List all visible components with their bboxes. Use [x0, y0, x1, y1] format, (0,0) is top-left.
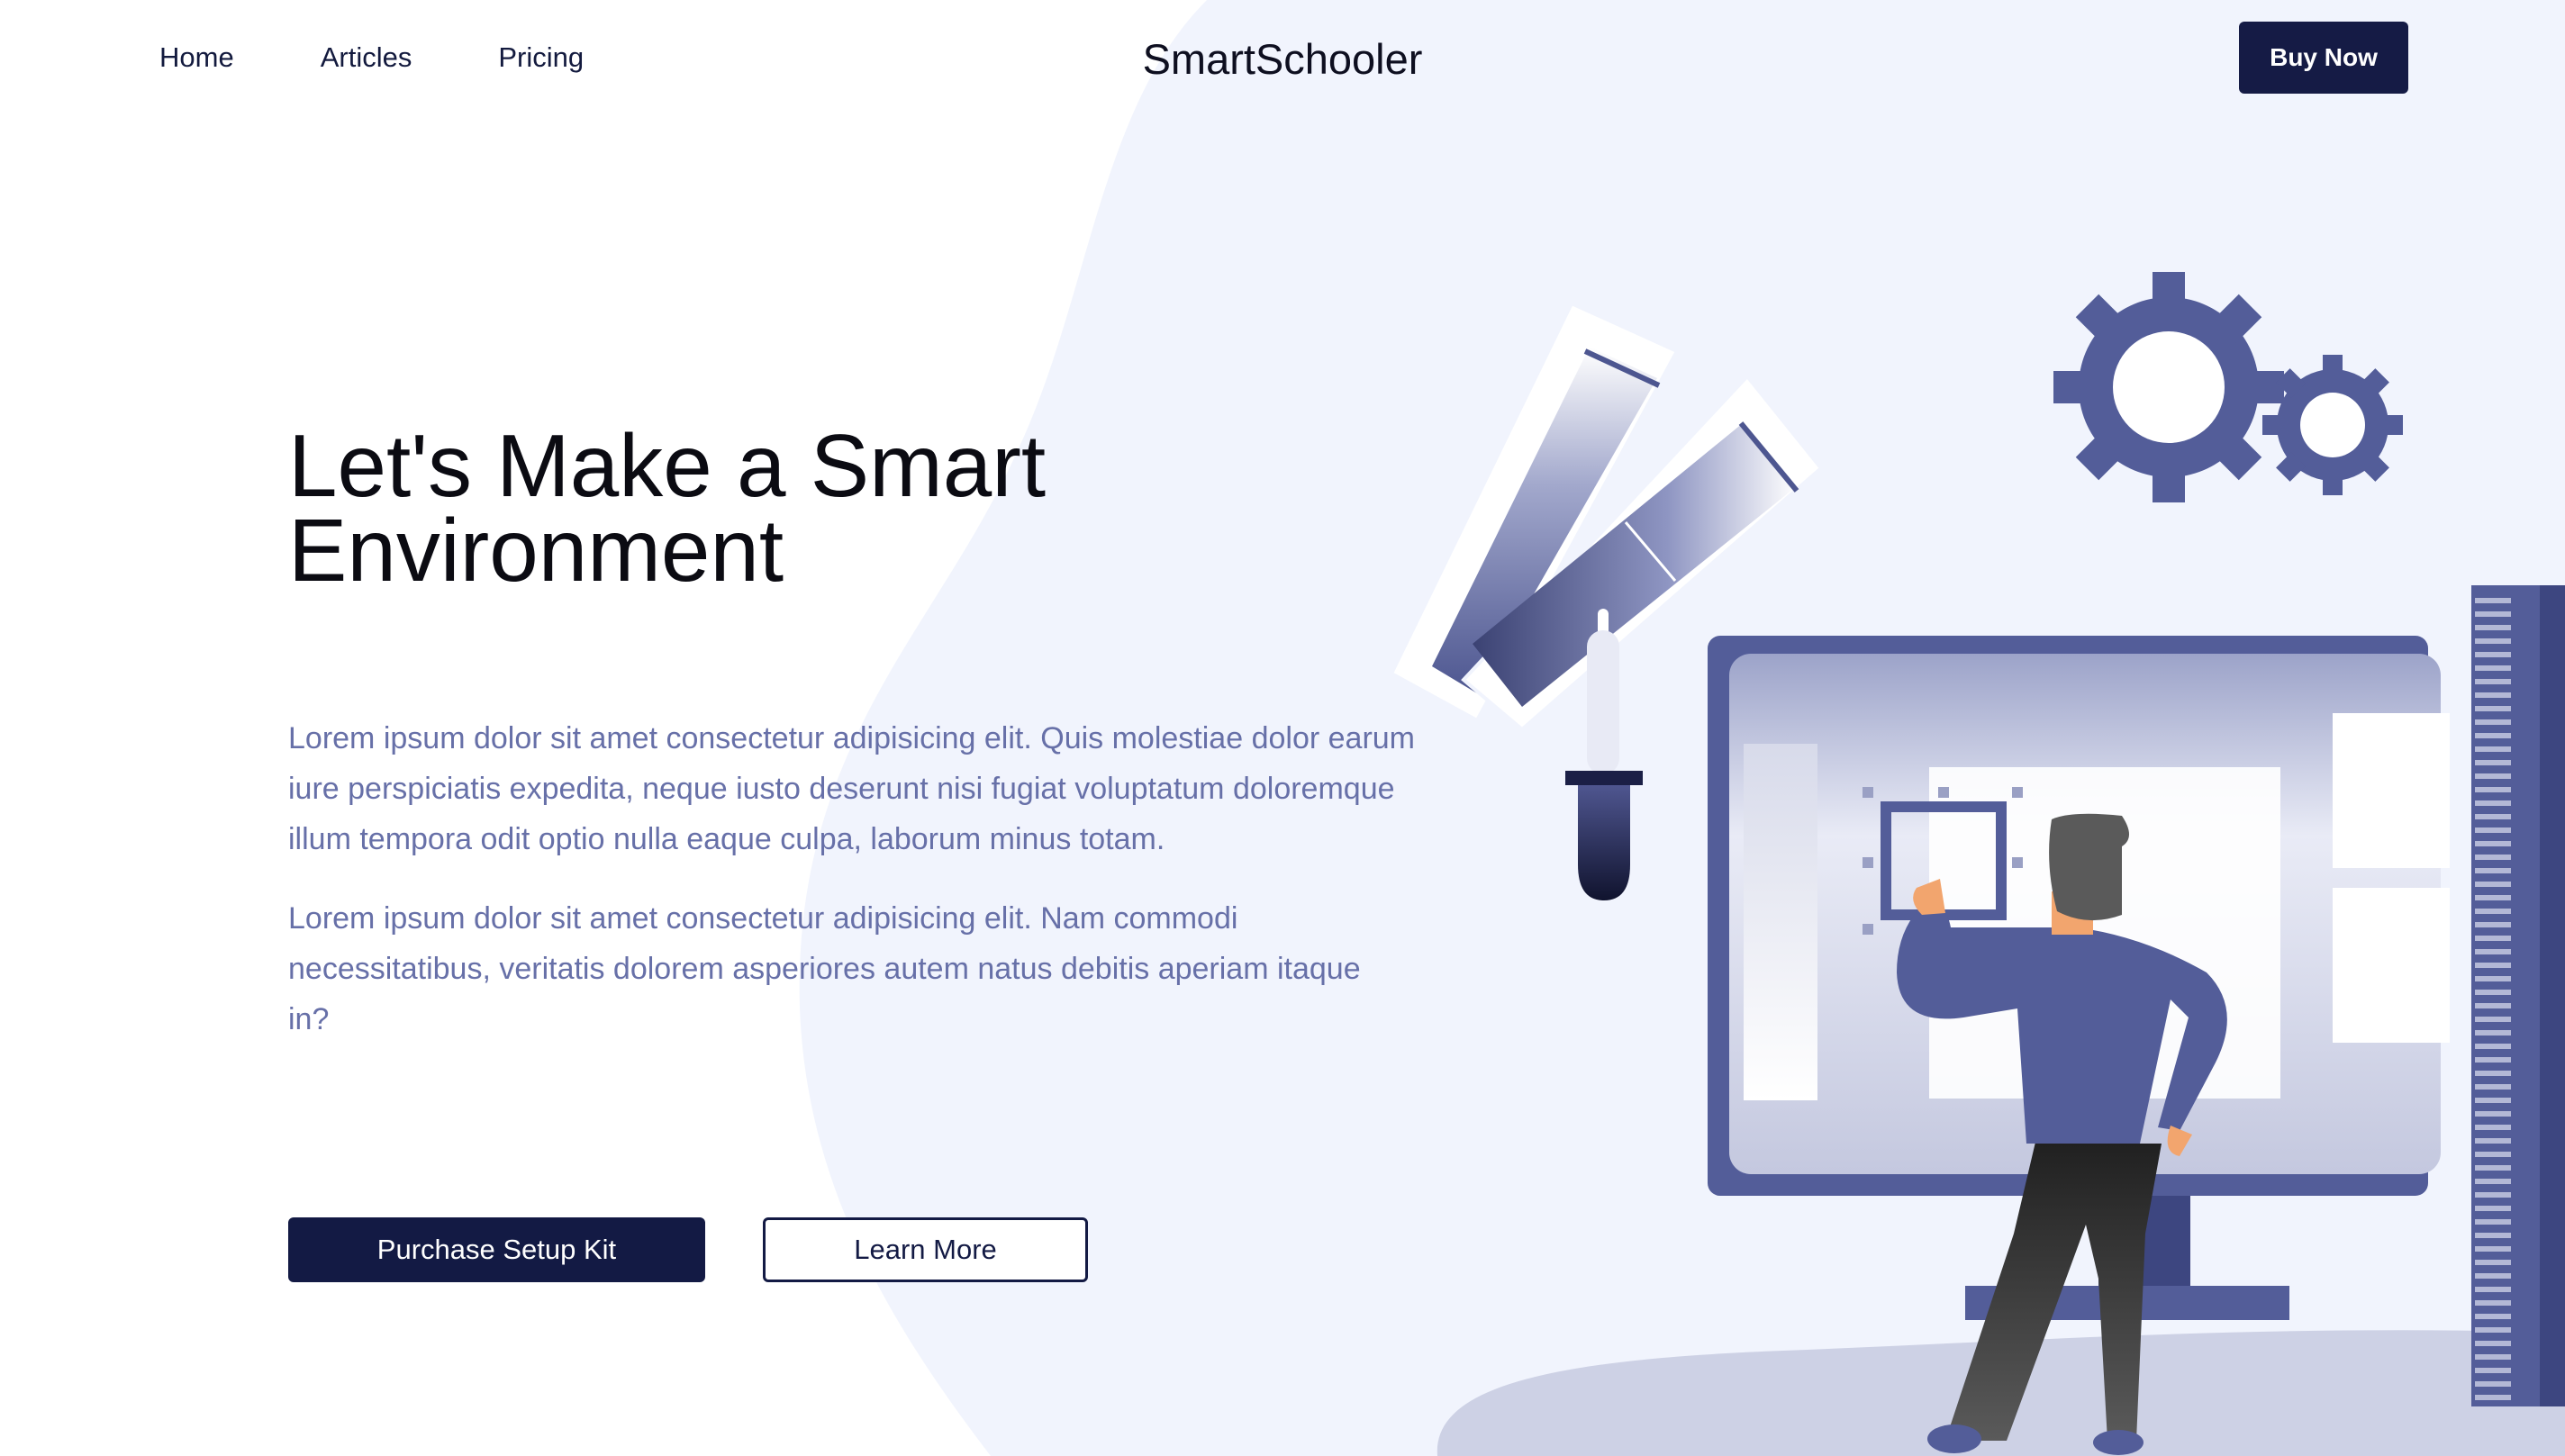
nav-links: Home Articles Pricing: [159, 40, 584, 76]
ruler-tick: [2475, 868, 2511, 873]
hero-title: Let's Make a Smart Environment: [288, 416, 1047, 600]
ruler-tick: [2475, 1084, 2511, 1090]
ruler-tick: [2475, 1003, 2511, 1008]
ruler-tick: [2475, 598, 2511, 603]
ruler-tick: [2475, 1165, 2511, 1171]
ruler-tick: [2475, 1030, 2511, 1035]
ruler-tick: [2475, 1111, 2511, 1117]
ruler-tick: [2475, 949, 2511, 954]
ruler-tick: [2475, 1219, 2511, 1225]
ruler-tick: [2475, 1192, 2511, 1198]
ruler-tick: [2475, 895, 2511, 900]
ruler-tick: [2475, 1071, 2511, 1076]
ruler-tick: [2475, 963, 2511, 968]
ruler-tick: [2475, 1368, 2511, 1373]
nav-link-home[interactable]: Home: [159, 40, 234, 76]
ruler-tick: [2475, 1057, 2511, 1063]
ruler-tick: [2475, 1341, 2511, 1346]
gear-icon: [2053, 272, 2403, 502]
ruler-tick: [2475, 1233, 2511, 1238]
ruler-tick: [2475, 1273, 2511, 1279]
ruler-tick: [2475, 706, 2511, 711]
ruler-tick: [2475, 800, 2511, 806]
ruler-tick: [2475, 1017, 2511, 1022]
ruler-tick: [2475, 841, 2511, 846]
hero-paragraph-1: Lorem ipsum dolor sit amet consectetur a…: [288, 721, 1415, 856]
ruler-tick: [2475, 1098, 2511, 1103]
ruler-tick: [2475, 936, 2511, 941]
ruler-tick: [2475, 1327, 2511, 1333]
ruler-tick: [2475, 1260, 2511, 1265]
ruler-tick: [2475, 1314, 2511, 1319]
ruler-tick: [2475, 679, 2511, 684]
hero-paragraph-2: Lorem ipsum dolor sit amet consectetur a…: [288, 901, 1361, 1036]
ruler-tick: [2475, 1381, 2511, 1387]
ruler-tick: [2475, 990, 2511, 995]
hero-section: Let's Make a Smart Environment Lorem ips…: [288, 416, 1459, 1036]
ruler-tick: [2475, 827, 2511, 833]
ruler-tick: [2475, 773, 2511, 779]
ruler-tick: [2475, 1138, 2511, 1144]
ruler-tick: [2475, 1179, 2511, 1184]
ruler-tick: [2475, 1246, 2511, 1252]
ruler-tick: [2475, 1152, 2511, 1157]
ruler-tick: [2475, 882, 2511, 887]
ruler-tick: [2475, 652, 2511, 657]
ruler-tick: [2475, 625, 2511, 630]
ruler-tick: [2475, 909, 2511, 914]
ruler-tick: [2475, 1395, 2511, 1400]
nav-link-pricing[interactable]: Pricing: [498, 40, 584, 76]
ruler-tick: [2475, 1354, 2511, 1360]
ruler-tick: [2475, 665, 2511, 671]
top-nav: Home Articles Pricing SmartSchooler Buy …: [0, 0, 2565, 117]
ruler-tick: [2475, 1300, 2511, 1306]
ruler-tick: [2475, 733, 2511, 738]
nav-link-articles[interactable]: Articles: [321, 40, 412, 76]
ruler-tick: [2475, 787, 2511, 792]
ruler-tick: [2475, 760, 2511, 765]
ruler-tick: [2475, 976, 2511, 981]
buy-now-button[interactable]: Buy Now: [2239, 22, 2408, 94]
ruler-tick: [2475, 814, 2511, 819]
ruler-tick: [2475, 1044, 2511, 1049]
ruler-tick: [2475, 611, 2511, 617]
ruler-tick: [2475, 719, 2511, 725]
ruler-tick: [2475, 1287, 2511, 1292]
learn-more-button[interactable]: Learn More: [763, 1217, 1088, 1282]
ruler-tick: [2475, 692, 2511, 698]
ruler-tick: [2475, 922, 2511, 927]
ruler-tick: [2475, 855, 2511, 860]
ruler-tick: [2475, 746, 2511, 752]
purchase-setup-kit-button[interactable]: Purchase Setup Kit: [288, 1217, 705, 1282]
ruler-tick: [2475, 1206, 2511, 1211]
landing-page: Home Articles Pricing SmartSchooler Buy …: [0, 0, 2565, 1456]
ruler-tick: [2475, 1125, 2511, 1130]
ruler-tick: [2475, 638, 2511, 644]
